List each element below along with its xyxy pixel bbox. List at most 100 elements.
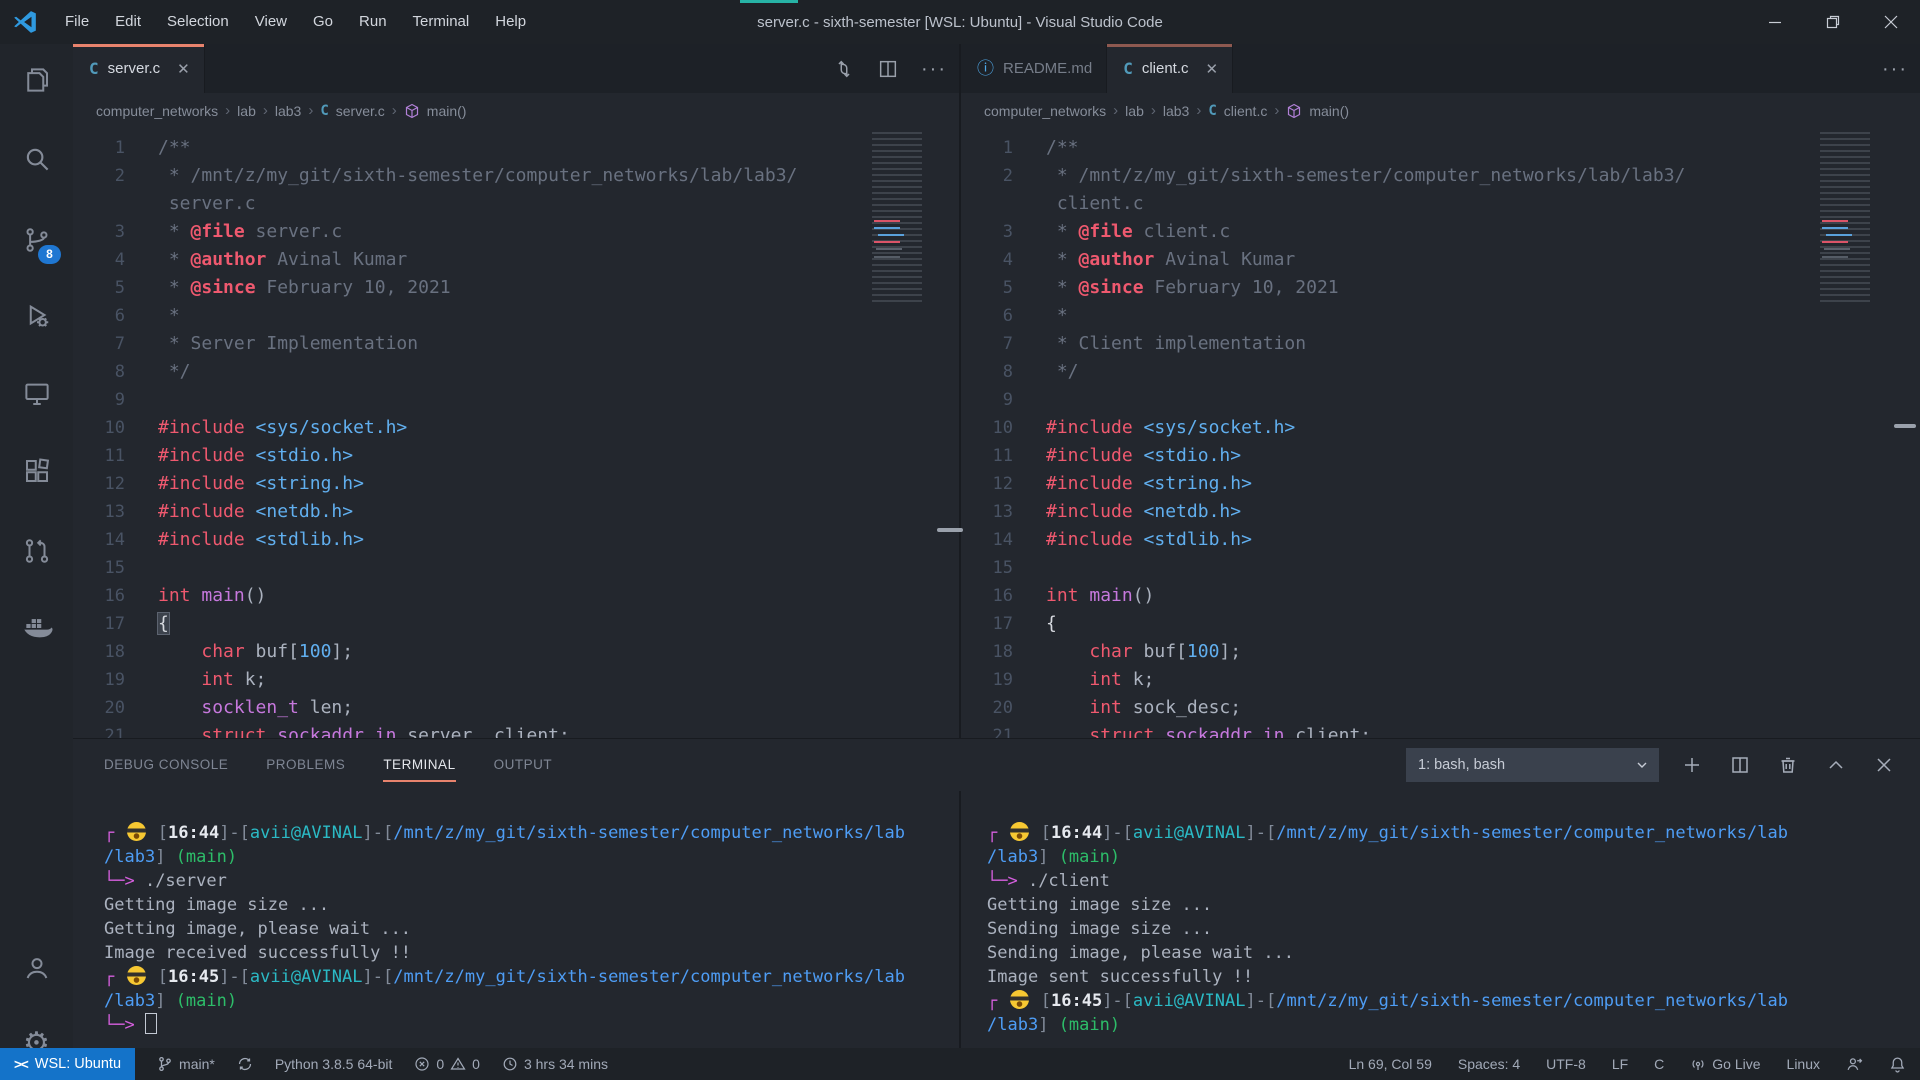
breadcrumb-item[interactable]: computer_networks — [96, 103, 218, 119]
search-icon[interactable] — [0, 131, 73, 187]
python-interpreter-status[interactable]: Python 3.8.5 64-bit — [275, 1056, 393, 1072]
more-actions-icon[interactable]: ··· — [1882, 59, 1908, 79]
code-editor-client[interactable]: 1/**2 * /mnt/z/my_git/sixth-semester/com… — [961, 128, 1920, 738]
close-tab-icon[interactable]: ✕ — [177, 60, 190, 78]
code-line[interactable]: 21 struct sockaddr_in client; — [961, 722, 1920, 738]
remote-explorer-icon[interactable] — [0, 366, 73, 422]
code-line[interactable]: server.c — [73, 190, 959, 218]
panel-tab-problems[interactable]: PROBLEMS — [266, 739, 345, 791]
sync-status[interactable] — [237, 1056, 253, 1072]
source-control-icon[interactable]: 8 — [0, 212, 73, 268]
code-line[interactable]: 9 — [961, 386, 1920, 414]
github-pr-icon[interactable] — [0, 523, 73, 579]
code-line[interactable]: 11#include <stdio.h> — [961, 442, 1920, 470]
code-line[interactable]: 7 * Client implementation — [961, 330, 1920, 358]
code-line[interactable]: 12#include <string.h> — [73, 470, 959, 498]
code-line[interactable]: 13#include <netdb.h> — [73, 498, 959, 526]
maximize-panel-icon[interactable] — [1826, 755, 1846, 775]
code-line[interactable]: 4 * @author Avinal Kumar — [73, 246, 959, 274]
menu-item-edit[interactable]: Edit — [102, 0, 154, 44]
code-line[interactable]: 2 * /mnt/z/my_git/sixth-semester/compute… — [73, 162, 959, 190]
code-line[interactable]: 1/** — [73, 134, 959, 162]
os-indicator[interactable]: Linux — [1787, 1056, 1820, 1072]
code-line[interactable]: 4 * @author Avinal Kumar — [961, 246, 1920, 274]
breadcrumb-file[interactable]: client.c — [1224, 103, 1268, 119]
code-line[interactable]: 6 * — [961, 302, 1920, 330]
extensions-icon[interactable] — [0, 443, 73, 499]
run-debug-icon[interactable] — [0, 288, 73, 344]
code-line[interactable]: 19 int k; — [961, 666, 1920, 694]
breadcrumb-symbol[interactable]: main() — [427, 103, 467, 119]
code-line[interactable]: 9 — [73, 386, 959, 414]
code-line[interactable]: 1/** — [961, 134, 1920, 162]
breadcrumb-item[interactable]: lab3 — [275, 103, 301, 119]
code-line[interactable]: 5 * @since February 10, 2021 — [961, 274, 1920, 302]
close-panel-icon[interactable] — [1874, 755, 1894, 775]
breadcrumb-item[interactable]: lab — [1125, 103, 1144, 119]
encoding[interactable]: UTF-8 — [1546, 1056, 1586, 1072]
code-line[interactable]: 13#include <netdb.h> — [961, 498, 1920, 526]
code-line[interactable]: 2 * /mnt/z/my_git/sixth-semester/compute… — [961, 162, 1920, 190]
menu-item-go[interactable]: Go — [300, 0, 346, 44]
minimap[interactable] — [872, 132, 922, 304]
code-line[interactable]: 18 char buf[100]; — [961, 638, 1920, 666]
remote-indicator[interactable]: >< WSL: Ubuntu — [0, 1048, 135, 1080]
compare-changes-icon[interactable] — [833, 58, 855, 80]
code-line[interactable]: 14#include <stdlib.h> — [961, 526, 1920, 554]
code-line[interactable]: 11#include <stdio.h> — [73, 442, 959, 470]
panel-tab-output[interactable]: OUTPUT — [494, 739, 553, 791]
indentation[interactable]: Spaces: 4 — [1458, 1056, 1520, 1072]
code-line[interactable]: 8 */ — [73, 358, 959, 386]
new-terminal-icon[interactable] — [1682, 755, 1702, 775]
breadcrumb-item[interactable]: lab — [237, 103, 256, 119]
breadcrumb-left[interactable]: computer_networks› lab› lab3› C server.c… — [73, 93, 959, 128]
kill-terminal-icon[interactable] — [1778, 755, 1798, 775]
explorer-icon[interactable] — [0, 52, 73, 108]
code-line[interactable]: 14#include <stdlib.h> — [73, 526, 959, 554]
restore-button[interactable] — [1804, 0, 1862, 44]
code-line[interactable]: 6 * — [73, 302, 959, 330]
problems-status[interactable]: 0 0 — [414, 1056, 480, 1072]
code-line[interactable]: 3 * @file client.c — [961, 218, 1920, 246]
code-line[interactable]: 19 int k; — [73, 666, 959, 694]
breadcrumb-right[interactable]: computer_networks› lab› lab3› C client.c… — [961, 93, 1920, 128]
panel-tab-debug-console[interactable]: DEBUG CONSOLE — [104, 739, 228, 791]
menu-item-file[interactable]: File — [52, 0, 102, 44]
minimize-button[interactable] — [1746, 0, 1804, 44]
time-tracker-status[interactable]: 3 hrs 34 mins — [502, 1056, 608, 1072]
code-line[interactable]: 21 struct sockaddr_in server, client; — [73, 722, 959, 738]
go-live[interactable]: Go Live — [1690, 1056, 1760, 1072]
split-editor-icon[interactable] — [877, 58, 899, 80]
menu-item-selection[interactable]: Selection — [154, 0, 242, 44]
code-line[interactable]: 17{ — [73, 610, 959, 638]
git-branch-status[interactable]: main* — [157, 1056, 215, 1072]
notifications[interactable] — [1889, 1056, 1906, 1073]
tab-server-c[interactable]: C server.c ✕ — [73, 44, 205, 93]
code-line[interactable]: 15 — [961, 554, 1920, 582]
split-terminal-icon[interactable] — [1730, 755, 1750, 775]
terminal-client[interactable]: ┌ [16:44]-[avii@AVINAL]-[/mnt/z/my_git/s… — [959, 791, 1920, 1048]
eol-sequence[interactable]: LF — [1612, 1056, 1628, 1072]
breadcrumb-file[interactable]: server.c — [336, 103, 385, 119]
menu-item-help[interactable]: Help — [482, 0, 539, 44]
scrollbar-dash[interactable] — [937, 528, 963, 532]
cursor-position[interactable]: Ln 69, Col 59 — [1349, 1056, 1432, 1072]
menu-item-run[interactable]: Run — [346, 0, 400, 44]
tab-client-c[interactable]: C client.c ✕ — [1107, 44, 1233, 93]
language-mode[interactable]: C — [1654, 1056, 1664, 1072]
code-line[interactable]: 17{ — [961, 610, 1920, 638]
code-line[interactable]: 3 * @file server.c — [73, 218, 959, 246]
terminal-select[interactable]: 1: bash, bash — [1406, 748, 1659, 782]
docker-icon[interactable] — [0, 600, 73, 656]
account-icon[interactable] — [0, 940, 73, 996]
code-line[interactable]: 12#include <string.h> — [961, 470, 1920, 498]
panel-tab-terminal[interactable]: TERMINAL — [383, 739, 455, 791]
menu-item-view[interactable]: View — [242, 0, 300, 44]
terminal-server[interactable]: ┌ [16:44]-[avii@AVINAL]-[/mnt/z/my_git/s… — [73, 791, 959, 1048]
code-line[interactable]: 15 — [73, 554, 959, 582]
minimap[interactable] — [1820, 132, 1870, 304]
code-line[interactable]: 7 * Server Implementation — [73, 330, 959, 358]
code-editor-server[interactable]: 1/**2 * /mnt/z/my_git/sixth-semester/com… — [73, 128, 959, 738]
more-actions-icon[interactable]: ··· — [921, 59, 947, 79]
code-line[interactable]: client.c — [961, 190, 1920, 218]
